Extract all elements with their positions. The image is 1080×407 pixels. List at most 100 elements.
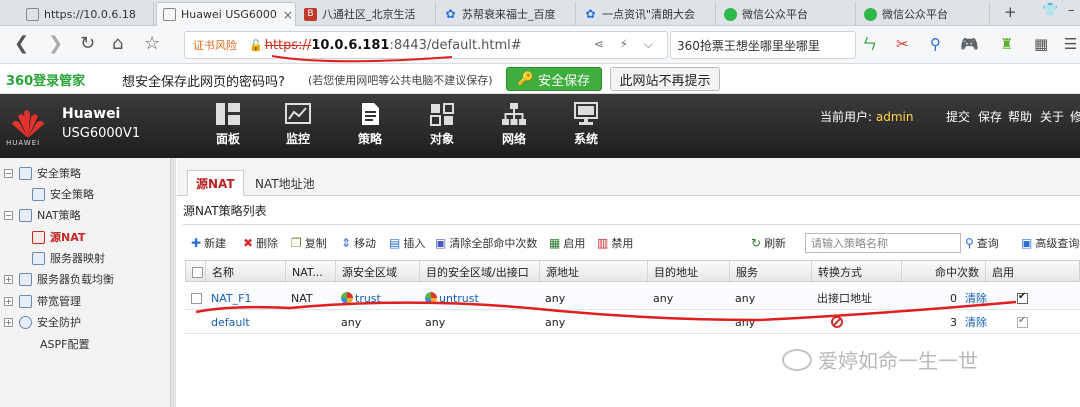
policy-name-link[interactable]: NAT_F1 [205, 286, 285, 310]
tree-security-protection[interactable]: + 安全防护 [4, 313, 81, 331]
nav-label: 策略 [357, 132, 382, 146]
url-input[interactable]: 证书风险 🔓 https:// 10.0.6.181 :8443/default… [184, 31, 668, 59]
browser-tab[interactable]: ✿ 苏帮衰来福士_百度 [438, 2, 576, 26]
expand-icon[interactable]: + [4, 274, 13, 284]
enable-checkbox[interactable] [1017, 291, 1028, 304]
policy-name-link[interactable]: default [205, 310, 285, 334]
column-header[interactable]: 启用 [986, 261, 1080, 283]
translate-icon[interactable]: ㄣ [862, 34, 877, 54]
never-prompt-button[interactable]: 此网站不再提示 [610, 67, 720, 91]
refresh-button[interactable]: ↻ 刷新 [751, 235, 786, 251]
minimize-icon[interactable]: – [1068, 3, 1075, 18]
tree-aspf[interactable]: ASPF配置 [40, 335, 89, 353]
browser-tab-active[interactable]: Huawei USG6000 × [156, 2, 296, 26]
vendor-name: Huawei [62, 106, 121, 122]
browser-tab[interactable]: 微信公众平台 [858, 2, 990, 26]
tree-label: 服务器负载均衡 [37, 273, 114, 286]
column-header[interactable]: 命中次数 [902, 261, 986, 283]
select-all-checkbox[interactable] [192, 266, 203, 278]
policy-search-input[interactable]: 请输入策略名称 [805, 233, 961, 253]
share-icon[interactable]: ⋖ ⚡ ⌵ [594, 37, 659, 52]
apps-grid-icon[interactable]: ▦ [1034, 34, 1048, 54]
tree-bandwidth[interactable]: + 带宽管理 [4, 292, 81, 310]
tab-nat-pool[interactable]: NAT地址池 [247, 170, 323, 196]
nav-monitor[interactable]: 监控 [268, 98, 328, 154]
tree-security-policy[interactable]: − 安全策略 [4, 164, 81, 182]
browser-tab[interactable]: B 八通社区_北京生活 [298, 2, 436, 26]
new-tab-button[interactable]: + [1004, 3, 1017, 21]
close-icon[interactable]: × [277, 8, 293, 22]
help-link[interactable]: 帮助 [1008, 108, 1032, 125]
nav-network[interactable]: 网络 [484, 98, 544, 154]
nav-system[interactable]: 系统 [556, 98, 616, 154]
back-icon[interactable]: ❮ [14, 34, 29, 54]
browser-tab-title: 一点资讯"清朗大会 [602, 8, 696, 21]
column-header[interactable]: NAT... [286, 261, 336, 283]
tree-server-load-balance[interactable]: + 服务器负载均衡 [4, 270, 114, 288]
expand-icon[interactable]: + [4, 296, 13, 306]
copy-button[interactable]: ❐ 复制 [291, 235, 327, 251]
clear-hits-link[interactable]: 清除 [959, 310, 995, 334]
forward-icon[interactable]: ❯ [48, 34, 63, 54]
load-balance-icon [19, 272, 32, 286]
column-header[interactable]: 源地址 [540, 261, 648, 283]
clear-hits-link[interactable]: 清除 [959, 286, 995, 310]
search-icon[interactable]: ⚲ [930, 34, 941, 54]
column-header[interactable]: 名称 [206, 261, 286, 283]
browser-tab[interactable]: https://10.0.6.18 [20, 2, 154, 26]
shirt-icon[interactable]: 👕 [1042, 3, 1058, 18]
advanced-query-button[interactable]: ▣ 高级查询 [1021, 235, 1079, 251]
column-header[interactable]: 目的地址 [648, 261, 730, 283]
tree-security-policy-child[interactable]: 安全策略 [32, 185, 94, 203]
search-input[interactable]: 360抢票王想坐哪里坐哪里 [670, 31, 856, 59]
nav-object[interactable]: 对象 [412, 98, 472, 154]
nav-label: 面板 [215, 132, 240, 146]
column-header[interactable]: 转换方式 [812, 261, 902, 283]
certificate-warning[interactable]: 证书风险 [193, 37, 237, 53]
menu-icon[interactable]: ☰ [1064, 34, 1077, 54]
move-button[interactable]: ⇕ 移动 [341, 235, 376, 251]
column-header[interactable]: 服务 [730, 261, 812, 283]
nav-policy[interactable]: 策略 [340, 98, 400, 154]
browser-tab[interactable]: 微信公众平台 [718, 2, 856, 26]
tab-source-nat[interactable]: 源NAT [187, 170, 244, 196]
disable-button[interactable]: ▥ 禁用 [597, 235, 633, 251]
tree-source-nat[interactable]: 源NAT [32, 228, 85, 246]
modify-link[interactable]: 修 [1070, 108, 1080, 125]
tree-nat-policy[interactable]: − NAT策略 [4, 206, 81, 224]
star-icon[interactable]: ☆ [144, 34, 160, 54]
enable-button[interactable]: ▦ 启用 [549, 235, 585, 251]
tree-label: 带宽管理 [37, 295, 81, 308]
commit-link[interactable]: 提交 [946, 108, 970, 125]
browser-tab[interactable]: ✿ 一点资讯"清朗大会 [578, 2, 716, 26]
src-zone-link[interactable]: trust [355, 292, 381, 305]
query-button[interactable]: ⚲ 查询 [965, 235, 999, 251]
sidebar-resize-handle[interactable] [170, 158, 176, 407]
insert-button[interactable]: ▤ 插入 [389, 235, 425, 251]
collapse-icon[interactable]: − [4, 168, 13, 178]
column-header[interactable]: 源安全区域 [336, 261, 420, 283]
expand-icon[interactable]: + [4, 317, 13, 327]
dst-zone-link[interactable]: untrust [439, 292, 479, 305]
clear-hits-button[interactable]: ▣ 清除全部命中次数 [435, 235, 537, 251]
row-checkbox[interactable] [191, 292, 202, 304]
secure-save-button[interactable]: 🔑 安全保存 [506, 67, 602, 91]
table-row[interactable]: NAT_F1 NAT trust untrust any any any 出接口… [185, 286, 1080, 310]
shield-icon[interactable]: ♜ [1000, 34, 1013, 54]
column-header[interactable]: 目的安全区域/出接口 [420, 261, 540, 283]
scissors-icon[interactable]: ✂ [896, 34, 909, 54]
save-link[interactable]: 保存 [978, 108, 1002, 125]
browser-tab-title: 苏帮衰来福士_百度 [462, 8, 556, 21]
gamepad-icon[interactable]: 🎮 [960, 34, 979, 54]
collapse-icon[interactable]: − [4, 210, 13, 220]
new-button[interactable]: ✚ 新建 [191, 235, 226, 251]
delete-button[interactable]: ✖ 删除 [243, 235, 278, 251]
about-link[interactable]: 关于 [1040, 108, 1064, 125]
tree-server-mapping[interactable]: 服务器映射 [32, 249, 105, 267]
table-row[interactable]: default any any any any 3 清除 [185, 310, 1080, 334]
advanced-search-icon: ▣ [1021, 236, 1033, 250]
reload-icon[interactable]: ↻ [80, 34, 95, 54]
zone-icon [341, 292, 353, 304]
nav-dashboard[interactable]: 面板 [198, 98, 258, 154]
home-icon[interactable]: ⌂ [112, 34, 123, 54]
